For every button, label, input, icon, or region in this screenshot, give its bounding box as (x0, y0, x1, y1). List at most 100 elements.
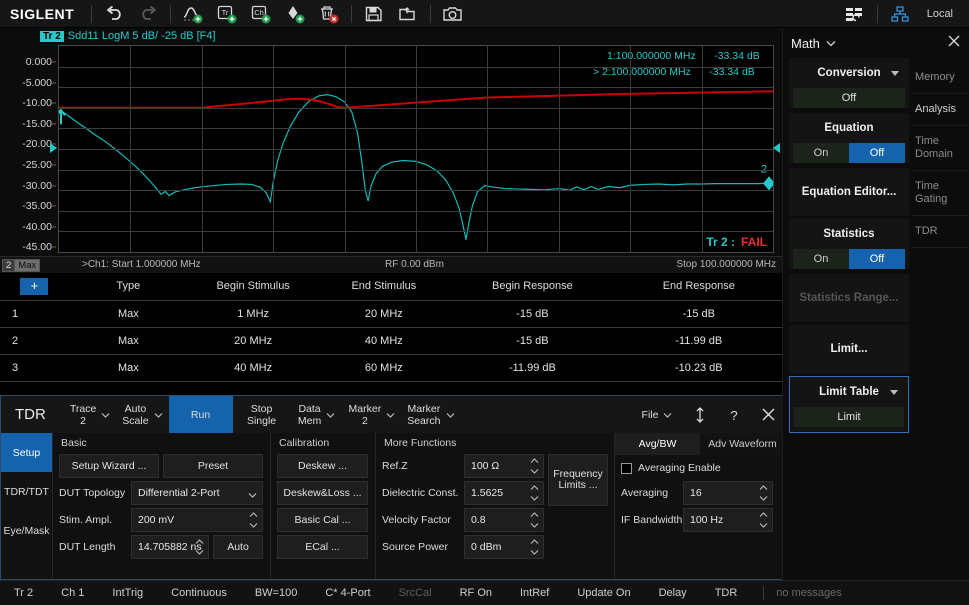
stepper-down-icon[interactable] (529, 466, 540, 476)
stim-ampl-stepper[interactable] (248, 510, 259, 530)
status-item-continuous[interactable]: Continuous (157, 587, 241, 599)
setup-wizard-button[interactable]: Setup Wizard ... (59, 454, 159, 478)
field-input-1[interactable]: 1.5625 (464, 481, 544, 505)
limit-row-index[interactable]: 3 (0, 354, 69, 382)
limit-row-end-stimulus[interactable]: 60 MHz (318, 354, 450, 382)
table-row[interactable]: 2 Max 20 MHz 40 MHz -15 dB -11.99 dB (0, 327, 782, 355)
rail-item-analysis[interactable]: Analysis (911, 94, 968, 126)
limit-row-end-stimulus[interactable]: 40 MHz (318, 327, 450, 355)
limit-row-index[interactable]: 2 (0, 327, 69, 355)
limit-row-end-response[interactable]: -15 dB (615, 300, 782, 328)
close-icon[interactable] (751, 396, 785, 433)
calibration-button-2[interactable]: Basic Cal ... (277, 508, 368, 532)
if-bandwidth-stepper[interactable] (758, 510, 769, 530)
tab-adv-waveform[interactable]: Adv Waveform (700, 433, 785, 455)
stop-single-button[interactable]: Stop Single (233, 396, 291, 433)
add-limit-row-button[interactable]: + (20, 277, 49, 295)
tab-eye-mask[interactable]: Eye/Mask (1, 511, 52, 550)
tab-tdr-tdt[interactable]: TDR/TDT (1, 472, 52, 511)
field-input-2[interactable]: 0.8 (464, 508, 544, 532)
add-channel-icon[interactable]: Ch (244, 1, 278, 27)
limit-table-title[interactable]: Limit Table (790, 377, 908, 407)
status-item-tr-2[interactable]: Tr 2 (0, 587, 47, 599)
screenshot-camera-icon[interactable] (436, 1, 470, 27)
limit-row-end-response[interactable]: -10.23 dB (615, 354, 782, 382)
stepper-up-icon[interactable] (529, 483, 540, 493)
file-menu-button[interactable]: File (631, 396, 683, 433)
statistics-off-button[interactable]: Off (849, 249, 905, 269)
statistics-on-button[interactable]: On (793, 249, 849, 269)
caret-down-icon[interactable] (890, 389, 898, 395)
field-stepper-2[interactable] (529, 510, 540, 530)
dut-length-stepper[interactable] (194, 537, 205, 557)
dut-topology-select[interactable]: Differential 2-Port (131, 481, 263, 505)
limit-row-end-stimulus[interactable]: 20 MHz (318, 300, 450, 328)
field-stepper-3[interactable] (529, 537, 540, 557)
rail-item-time-gating[interactable]: Time Gating (911, 171, 968, 216)
limit-row-begin-stimulus[interactable]: 1 MHz (187, 300, 319, 328)
add-trace-window-icon[interactable]: Tr (210, 1, 244, 27)
marker-2-diamond-icon[interactable] (763, 176, 775, 191)
status-item-rf-on[interactable]: RF On (446, 587, 506, 599)
stepper-up-icon[interactable] (529, 510, 540, 520)
preset-button[interactable]: Preset (163, 454, 263, 478)
limit-button[interactable]: Limit... (789, 325, 909, 373)
stepper-up-icon[interactable] (758, 483, 769, 493)
stepper-down-icon[interactable] (248, 520, 259, 530)
dut-length-auto-button[interactable]: Auto (213, 535, 263, 559)
field-stepper-0[interactable] (529, 456, 540, 476)
open-folder-icon[interactable] (391, 1, 425, 27)
rail-item-memory[interactable]: Memory (911, 62, 968, 94)
tab-setup[interactable]: Setup (1, 433, 52, 472)
help-question-icon[interactable]: ? (717, 396, 751, 433)
reference-level-marker-icon[interactable] (50, 143, 57, 153)
stepper-down-icon[interactable] (529, 547, 540, 557)
stepper-up-icon[interactable] (529, 537, 540, 547)
averaging-enable-row[interactable]: Averaging Enable (621, 462, 779, 474)
status-item-bw-100[interactable]: BW=100 (241, 587, 312, 599)
limit-row-begin-response[interactable]: -11.99 dB (449, 354, 616, 382)
status-item-intref[interactable]: IntRef (506, 587, 563, 599)
rail-item-time-domain[interactable]: Time Domain (911, 126, 968, 171)
averaging-stepper[interactable] (758, 483, 769, 503)
limit-row-begin-response[interactable]: -15 dB (449, 300, 616, 328)
table-row[interactable]: 1 Max 1 MHz 20 MHz -15 dB -15 dB (0, 300, 782, 328)
limit-row-begin-response[interactable]: -15 dB (449, 327, 616, 355)
stepper-down-icon[interactable] (529, 520, 540, 530)
table-row[interactable]: 3 Max 40 MHz 60 MHz -11.99 dB -10.23 dB (0, 354, 782, 382)
if-bandwidth-field[interactable]: 100 Hz (683, 508, 773, 532)
right-edge-marker-icon[interactable] (773, 143, 780, 153)
equation-editor-button[interactable]: Equation Editor... (789, 168, 909, 216)
undo-icon[interactable] (97, 1, 131, 27)
delete-icon[interactable] (312, 1, 346, 27)
stepper-down-icon[interactable] (758, 493, 769, 503)
equation-off-button[interactable]: Off (849, 143, 905, 163)
limit-row-type[interactable]: Max (68, 354, 188, 382)
status-item-c-4-port[interactable]: C* 4-Port (311, 587, 384, 599)
caret-down-icon[interactable] (891, 70, 899, 76)
limit-row-type[interactable]: Max (68, 300, 188, 328)
conversion-title[interactable]: Conversion (789, 58, 909, 88)
stepper-up-icon[interactable] (758, 510, 769, 520)
rail-item-tdr[interactable]: TDR (911, 216, 968, 248)
limit-table-value-button[interactable]: Limit (794, 407, 904, 427)
stepper-up-icon[interactable] (248, 510, 259, 520)
dut-length-field[interactable]: 14.705882 ns (131, 535, 209, 559)
run-button[interactable]: Run (168, 396, 233, 433)
local-mode-label[interactable]: Local (917, 8, 961, 20)
tab-avg-bw[interactable]: Avg/BW (615, 433, 700, 455)
stepper-up-icon[interactable] (529, 456, 540, 466)
stepper-down-icon[interactable] (529, 493, 540, 503)
stepper-up-icon[interactable] (194, 537, 205, 547)
network-icon[interactable] (883, 1, 917, 27)
limit-row-type[interactable]: Max (68, 327, 188, 355)
status-item-ch-1[interactable]: Ch 1 (47, 587, 98, 599)
marker-selector[interactable]: Marker 2 (343, 396, 402, 433)
status-item-srccal[interactable]: SrcCal (385, 587, 446, 599)
stim-ampl-field[interactable]: 200 mV (131, 508, 263, 532)
add-trace-curve-icon[interactable] (176, 1, 210, 27)
trace-selector[interactable]: Trace 2 (64, 396, 116, 433)
close-icon[interactable] (947, 34, 961, 53)
status-item-delay[interactable]: Delay (645, 587, 701, 599)
calibration-button-3[interactable]: ECal ... (277, 535, 368, 559)
